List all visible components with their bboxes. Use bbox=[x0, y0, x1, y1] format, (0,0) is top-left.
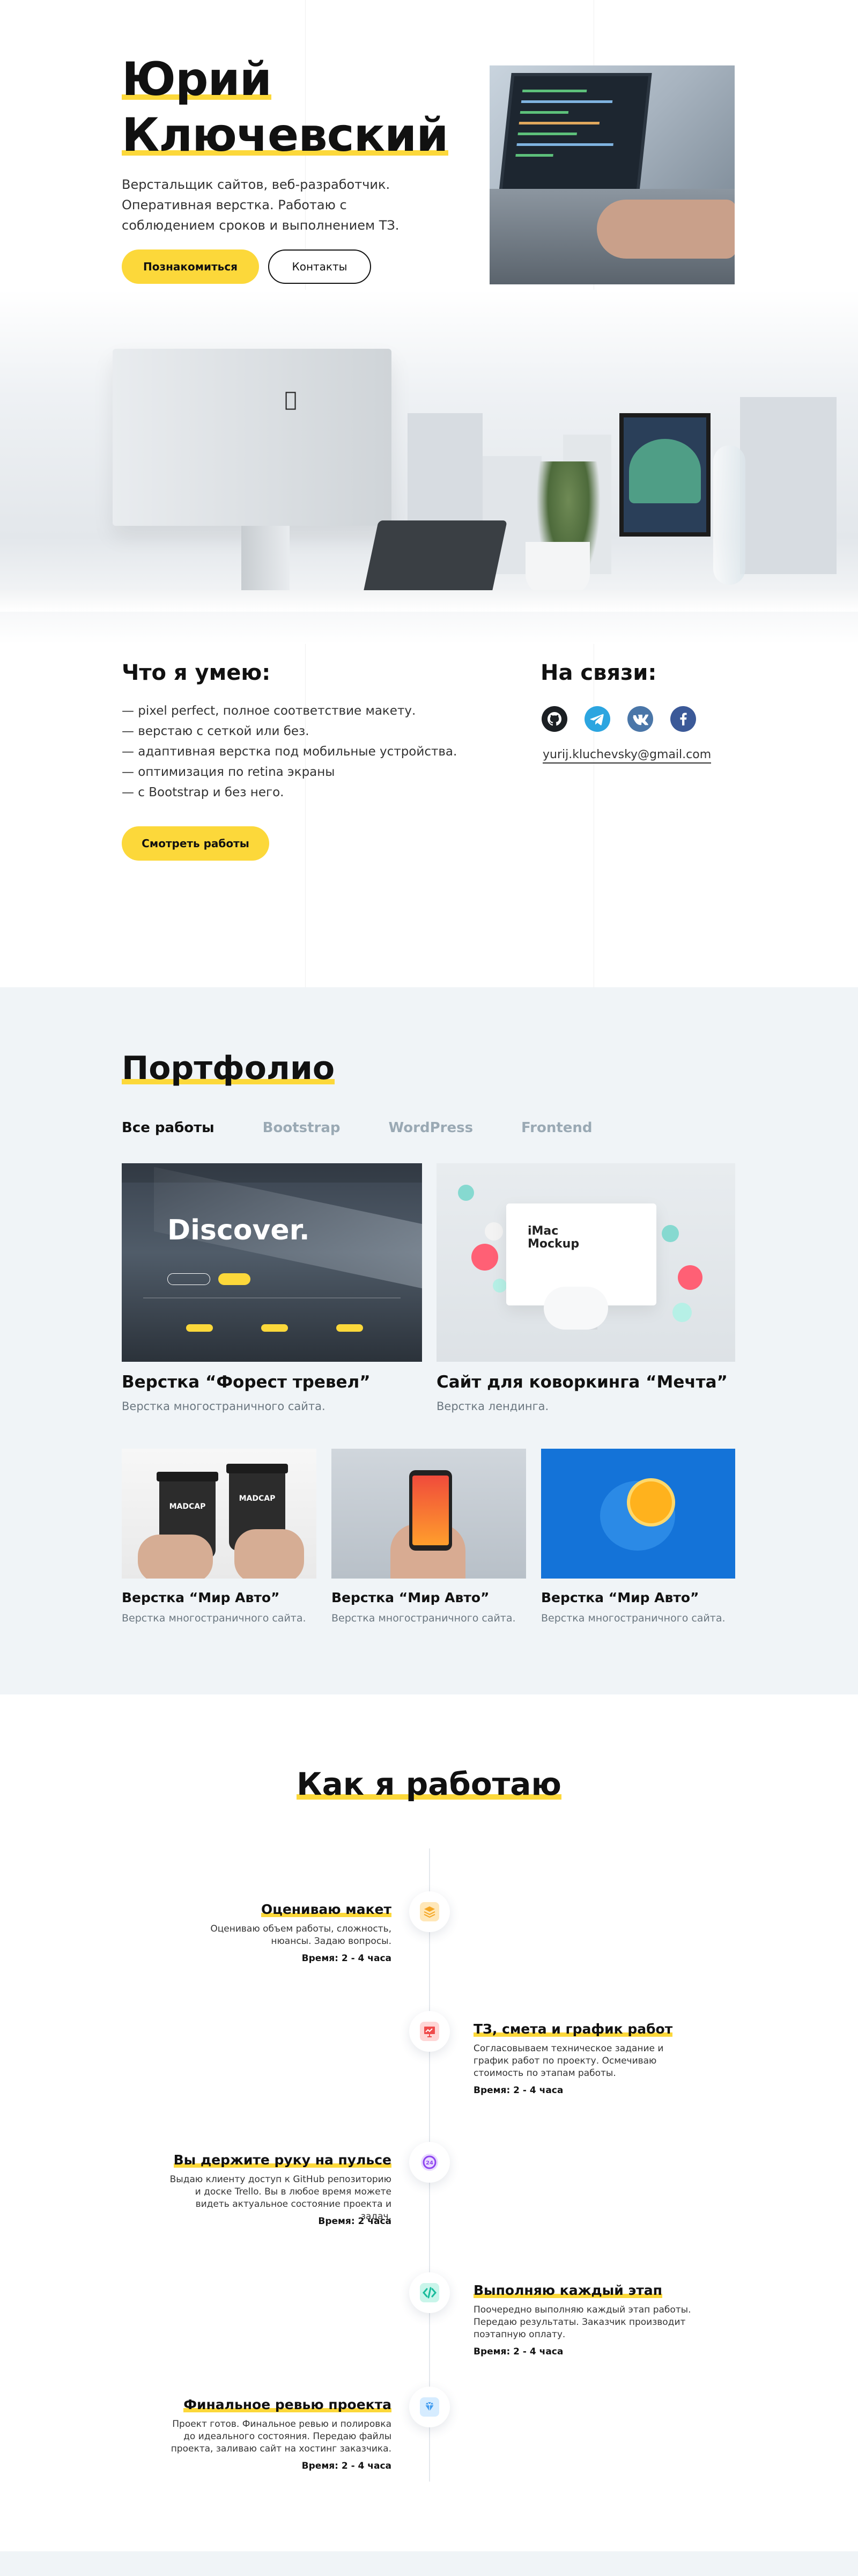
contacts-button[interactable]: Контакты bbox=[268, 249, 371, 284]
skill-item: — с Bootstrap и без него. bbox=[122, 786, 284, 799]
contacts-title: На связи: bbox=[541, 660, 657, 685]
step-title: Выполняю каждый этап bbox=[474, 2282, 662, 2299]
step-icon-wrapper bbox=[409, 2387, 450, 2427]
step-time: Время: 2 - 4 часа bbox=[474, 2346, 564, 2357]
step-icon-wrapper bbox=[409, 2011, 450, 2052]
footer-strip bbox=[0, 2551, 858, 2576]
page: Юрий Ключевский Верстальщик сайтов, веб-… bbox=[0, 0, 858, 2576]
image-caption-discover: Discover. bbox=[167, 1214, 310, 1246]
portfolio-card-title[interactable]: Сайт для коворкинга “Мечта” bbox=[437, 1371, 728, 1393]
hero-laptop-photo bbox=[490, 65, 735, 284]
skill-item: — оптимизация по retina экраны bbox=[122, 765, 335, 779]
step-title-text: Выполняю каждый этап bbox=[474, 2283, 662, 2298]
hero-name-first: Юрий bbox=[122, 53, 272, 106]
vk-icon[interactable] bbox=[626, 705, 654, 733]
hero-name: Юрий Ключевский bbox=[122, 52, 449, 163]
step-title: Оцениваю макет bbox=[172, 1901, 391, 1918]
presentation-icon bbox=[420, 2022, 439, 2041]
step-description: Проект готов. Финальное ревью и полировк… bbox=[171, 2419, 391, 2454]
portfolio-card-subtitle: Верстка многостраничного сайта. bbox=[331, 1612, 516, 1624]
portfolio-card-image-forest-travel[interactable]: Discover. bbox=[122, 1163, 422, 1362]
step-icon-wrapper: 24 bbox=[409, 2142, 450, 2183]
portfolio-card-title[interactable]: Верстка “Мир Авто” bbox=[331, 1589, 489, 1606]
email-link[interactable]: yurij.kluchevsky@gmail.com bbox=[543, 747, 712, 764]
view-works-button[interactable]: Смотреть работы bbox=[122, 826, 269, 861]
step-icon-wrapper bbox=[409, 2272, 450, 2313]
step-title: Вы держите руку на пульсе bbox=[172, 2152, 392, 2169]
skills-title: Что я умею: bbox=[122, 660, 271, 685]
portfolio-tabs: Все работы Bootstrap WordPress Frontend bbox=[122, 1119, 641, 1137]
portfolio-card-subtitle: Верстка многостраничного сайта. bbox=[122, 1400, 326, 1413]
portfolio-card-image-coworking[interactable]: iMac Mockup bbox=[437, 1163, 735, 1362]
meet-button[interactable]: Познакомиться bbox=[122, 249, 259, 284]
step-title-text: Оцениваю макет bbox=[261, 1902, 391, 1917]
step-title-text: Вы держите руку на пульсе bbox=[173, 2152, 392, 2168]
portfolio-card-title[interactable]: Верстка “Мир Авто” bbox=[541, 1589, 699, 1606]
step-time: Время: 2 - 4 часа bbox=[301, 2461, 391, 2471]
step-title: ТЗ, смета и график работ bbox=[474, 2021, 673, 2038]
facebook-icon[interactable] bbox=[669, 705, 697, 733]
skill-item: — pixel perfect, полное соответствие мак… bbox=[122, 704, 416, 718]
portfolio-title: Портфолио bbox=[122, 1050, 335, 1087]
step-title-text: ТЗ, смета и график работ bbox=[474, 2021, 673, 2037]
skill-item: — верстаю с сеткой или без. bbox=[122, 724, 309, 738]
step-time: Время: 2 - 4 часа bbox=[474, 2085, 564, 2096]
image-caption-imac: iMac Mockup bbox=[528, 1224, 580, 1251]
step-description: Согласовываем техническое задание и граф… bbox=[474, 2043, 664, 2079]
step-time: Время: 2 часа bbox=[318, 2216, 391, 2227]
portfolio-card-subtitle: Верстка лендинга. bbox=[437, 1400, 549, 1413]
step-title: Финальное ревью проекта bbox=[172, 2396, 391, 2413]
svg-text:24: 24 bbox=[426, 2160, 433, 2166]
skill-item: — адаптивная верстка под мобильные устро… bbox=[122, 745, 457, 759]
portfolio-card-title[interactable]: Верстка “Мир Авто” bbox=[122, 1589, 279, 1606]
tab-wordpress[interactable]: WordPress bbox=[389, 1119, 474, 1137]
hero-description: Верстальщик сайтов, веб-разработчик. Опе… bbox=[122, 177, 400, 233]
image-caption-madcap: MADCAP bbox=[239, 1494, 276, 1503]
work-title-text: Как я работаю bbox=[297, 1766, 561, 1802]
telegram-icon[interactable] bbox=[583, 705, 611, 733]
tab-bootstrap[interactable]: Bootstrap bbox=[263, 1119, 341, 1137]
image-caption-madcap: MADCAP bbox=[169, 1502, 206, 1511]
portfolio-card-title[interactable]: Верстка “Форест тревел” bbox=[122, 1371, 371, 1393]
layers-icon bbox=[420, 1902, 439, 1921]
skills-list: — pixel perfect, полное соответствие мак… bbox=[122, 701, 497, 803]
step-description: Поочередно выполняю каждый этап работы. … bbox=[474, 2305, 691, 2340]
step-description: Оцениваю объем работы, сложность, нюансы… bbox=[210, 1924, 391, 1947]
diamond-icon bbox=[420, 2397, 439, 2417]
step-title-text: Финальное ревью проекта bbox=[183, 2397, 391, 2412]
tab-all-works[interactable]: Все работы bbox=[122, 1119, 214, 1137]
work-title: Как я работаю bbox=[0, 1765, 858, 1803]
clock-24-icon: 24 bbox=[421, 2154, 438, 2171]
portfolio-card-image-orange[interactable] bbox=[541, 1449, 735, 1579]
workspace-photo bbox=[0, 290, 858, 644]
portfolio-card-subtitle: Верстка многостраничного сайта. bbox=[122, 1612, 306, 1624]
code-icon bbox=[420, 2283, 439, 2302]
hero-name-last: Ключевский bbox=[122, 108, 449, 162]
tab-frontend[interactable]: Frontend bbox=[521, 1119, 592, 1137]
apple-logo-icon:  bbox=[280, 387, 301, 411]
portfolio-card-subtitle: Верстка многостраничного сайта. bbox=[541, 1612, 726, 1624]
step-time: Время: 2 - 4 часа bbox=[301, 1953, 391, 1964]
portfolio-card-image-phone[interactable] bbox=[331, 1449, 526, 1579]
step-icon-wrapper bbox=[409, 1891, 450, 1932]
github-icon[interactable] bbox=[541, 705, 568, 733]
portfolio-card-image-cups[interactable]: MADCAP MADCAP bbox=[122, 1449, 316, 1579]
